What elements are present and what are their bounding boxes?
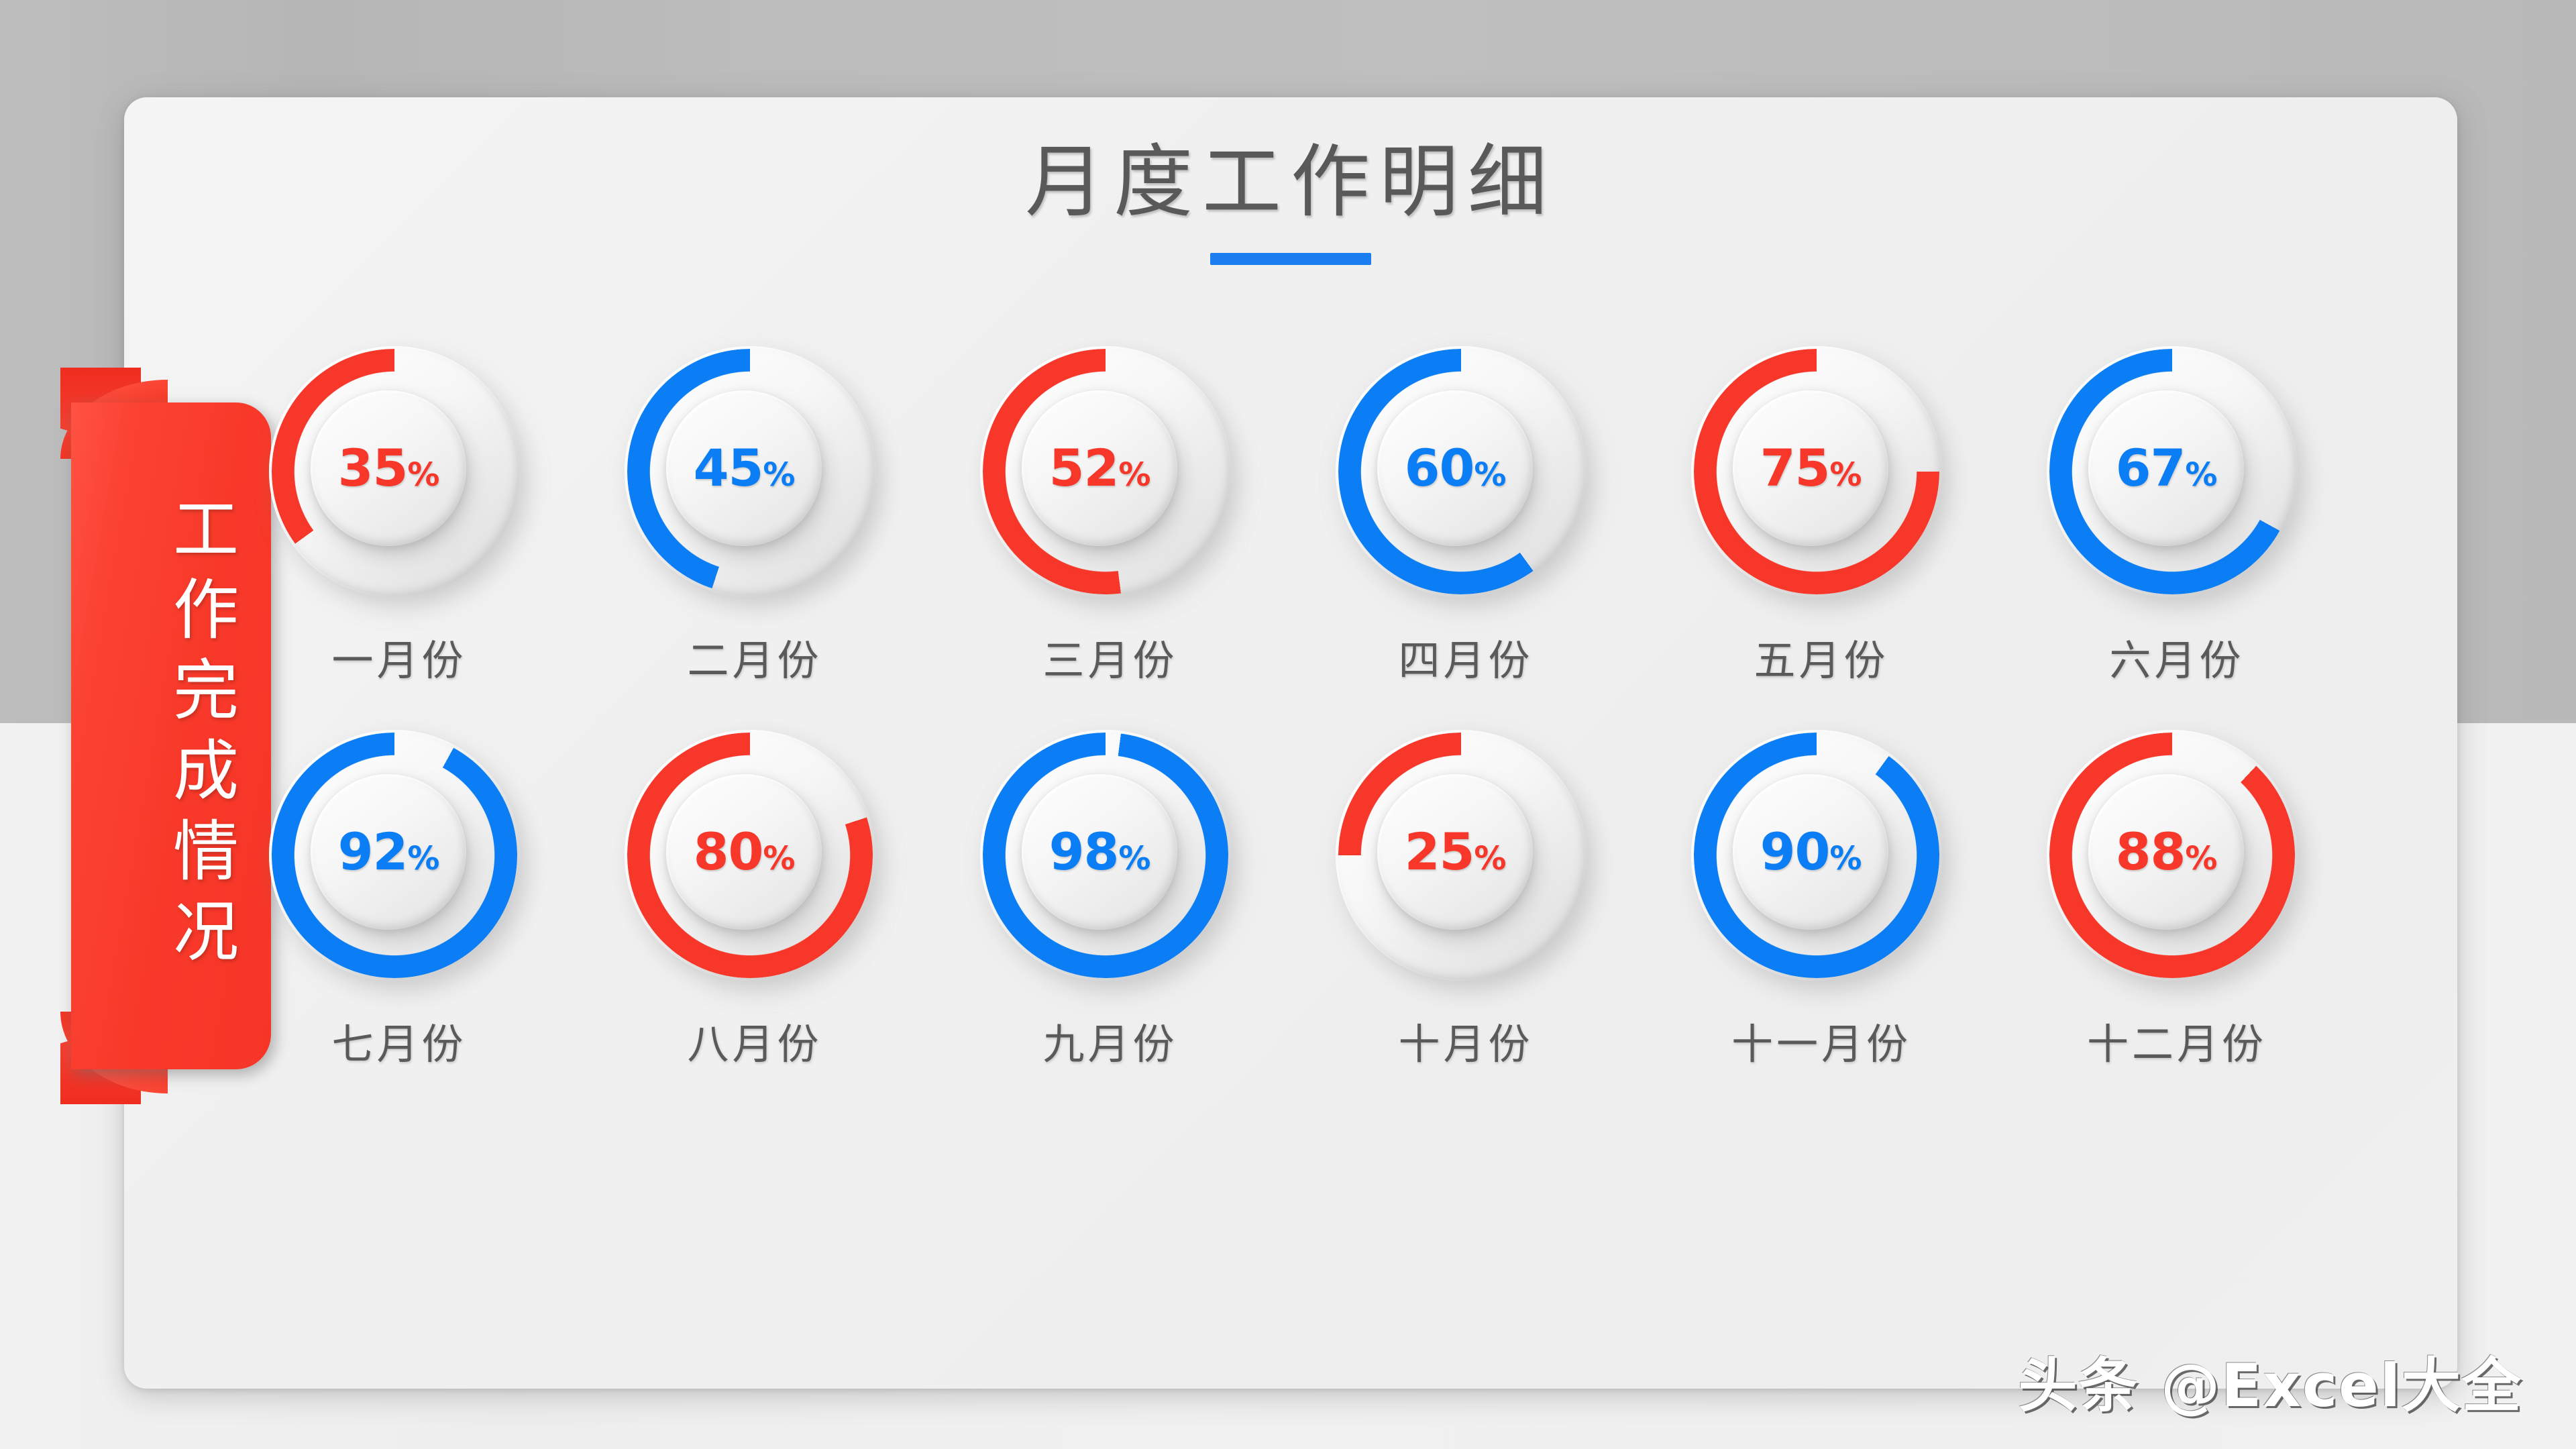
donut-cell: 52% 三月份: [932, 343, 1288, 687]
inner-disc: 92%: [311, 774, 466, 930]
donut-gauge[interactable]: 88%: [2043, 727, 2311, 996]
donut-cell: 88% 十二月份: [1999, 727, 2355, 1071]
inner-disc: 52%: [1022, 390, 1177, 546]
donut-gauge[interactable]: 45%: [621, 343, 889, 612]
donut-cell: 67% 六月份: [1999, 343, 2355, 687]
inner-disc: 67%: [2088, 390, 2244, 546]
percent-symbol: %: [1118, 456, 1150, 494]
ribbon-label: 工作完成情况: [162, 494, 238, 977]
month-label: 五月份: [1754, 636, 1889, 685]
percent-symbol: %: [763, 840, 795, 877]
donut-gauge[interactable]: 52%: [976, 343, 1244, 612]
percent-symbol: %: [1118, 840, 1150, 877]
percent-value: 60%: [1404, 438, 1507, 498]
donut-cell: 98% 九月份: [932, 727, 1288, 1071]
donut-cell: 45% 二月份: [577, 343, 932, 687]
month-label: 一月份: [331, 636, 467, 685]
donut-cell: 80% 八月份: [577, 727, 932, 1071]
percent-value: 52%: [1049, 438, 1151, 498]
month-label: 六月份: [2109, 636, 2245, 685]
percent-value: 25%: [1404, 822, 1507, 881]
donut-gauge[interactable]: 67%: [2043, 343, 2311, 612]
month-label: 八月份: [687, 1020, 822, 1069]
inner-disc: 90%: [1733, 774, 1888, 930]
inner-disc: 25%: [1377, 774, 1533, 930]
month-label: 十一月份: [1731, 1020, 1911, 1069]
donut-gauge[interactable]: 35%: [265, 343, 533, 612]
donut-cell: 25% 十月份: [1288, 727, 1644, 1071]
watermark: 头条 @Excel大全: [2018, 1351, 2522, 1420]
percent-symbol: %: [407, 840, 439, 877]
percent-symbol: %: [2185, 840, 2217, 877]
percent-symbol: %: [1474, 840, 1506, 877]
donut-gauge[interactable]: 92%: [265, 727, 533, 996]
percent-value: 67%: [2115, 438, 2218, 498]
month-label: 四月份: [1398, 636, 1534, 685]
percent-symbol: %: [1829, 840, 1862, 877]
month-label: 七月份: [331, 1020, 467, 1069]
donut-cell: 90% 十一月份: [1644, 727, 1999, 1071]
donut-gauge[interactable]: 60%: [1332, 343, 1600, 612]
percent-symbol: %: [407, 456, 439, 494]
month-label: 二月份: [687, 636, 822, 685]
month-label: 十二月份: [2086, 1020, 2267, 1069]
percent-value: 88%: [2115, 822, 2218, 881]
percent-value: 98%: [1049, 822, 1151, 881]
percent-symbol: %: [763, 456, 795, 494]
month-label: 三月份: [1042, 636, 1178, 685]
donut-cell: 60% 四月份: [1288, 343, 1644, 687]
percent-value: 90%: [1760, 822, 1862, 881]
donut-grid: 35% 一月份 45% 二月份 52% 三月份 60% 四月份 75% 五月份 67% 六月份 92% 七…: [221, 343, 2355, 1071]
donut-cell: 75% 五月份: [1644, 343, 1999, 687]
percent-symbol: %: [1829, 456, 1862, 494]
percent-value: 92%: [337, 822, 440, 881]
donut-gauge[interactable]: 98%: [976, 727, 1244, 996]
donut-gauge[interactable]: 80%: [621, 727, 889, 996]
donut-cell: 92% 七月份: [221, 727, 577, 1071]
inner-disc: 35%: [311, 390, 466, 546]
donut-gauge[interactable]: 25%: [1332, 727, 1600, 996]
month-label: 九月份: [1042, 1020, 1178, 1069]
donut-gauge[interactable]: 75%: [1687, 343, 1955, 612]
percent-symbol: %: [1474, 456, 1506, 494]
inner-disc: 60%: [1377, 390, 1533, 546]
percent-symbol: %: [2185, 456, 2217, 494]
title-block: 月度工作明细: [124, 136, 2457, 266]
inner-disc: 75%: [1733, 390, 1888, 546]
percent-value: 75%: [1760, 438, 1862, 498]
inner-disc: 88%: [2088, 774, 2244, 930]
donut-gauge[interactable]: 90%: [1687, 727, 1955, 996]
percent-value: 80%: [693, 822, 796, 881]
month-label: 十月份: [1398, 1020, 1534, 1069]
inner-disc: 80%: [666, 774, 822, 930]
inner-disc: 45%: [666, 390, 822, 546]
percent-value: 45%: [693, 438, 796, 498]
inner-disc: 98%: [1022, 774, 1177, 930]
percent-value: 35%: [337, 438, 440, 498]
title-underline: [1210, 253, 1371, 266]
donut-cell: 35% 一月份: [221, 343, 577, 687]
page-title: 月度工作明细: [1024, 136, 1556, 228]
